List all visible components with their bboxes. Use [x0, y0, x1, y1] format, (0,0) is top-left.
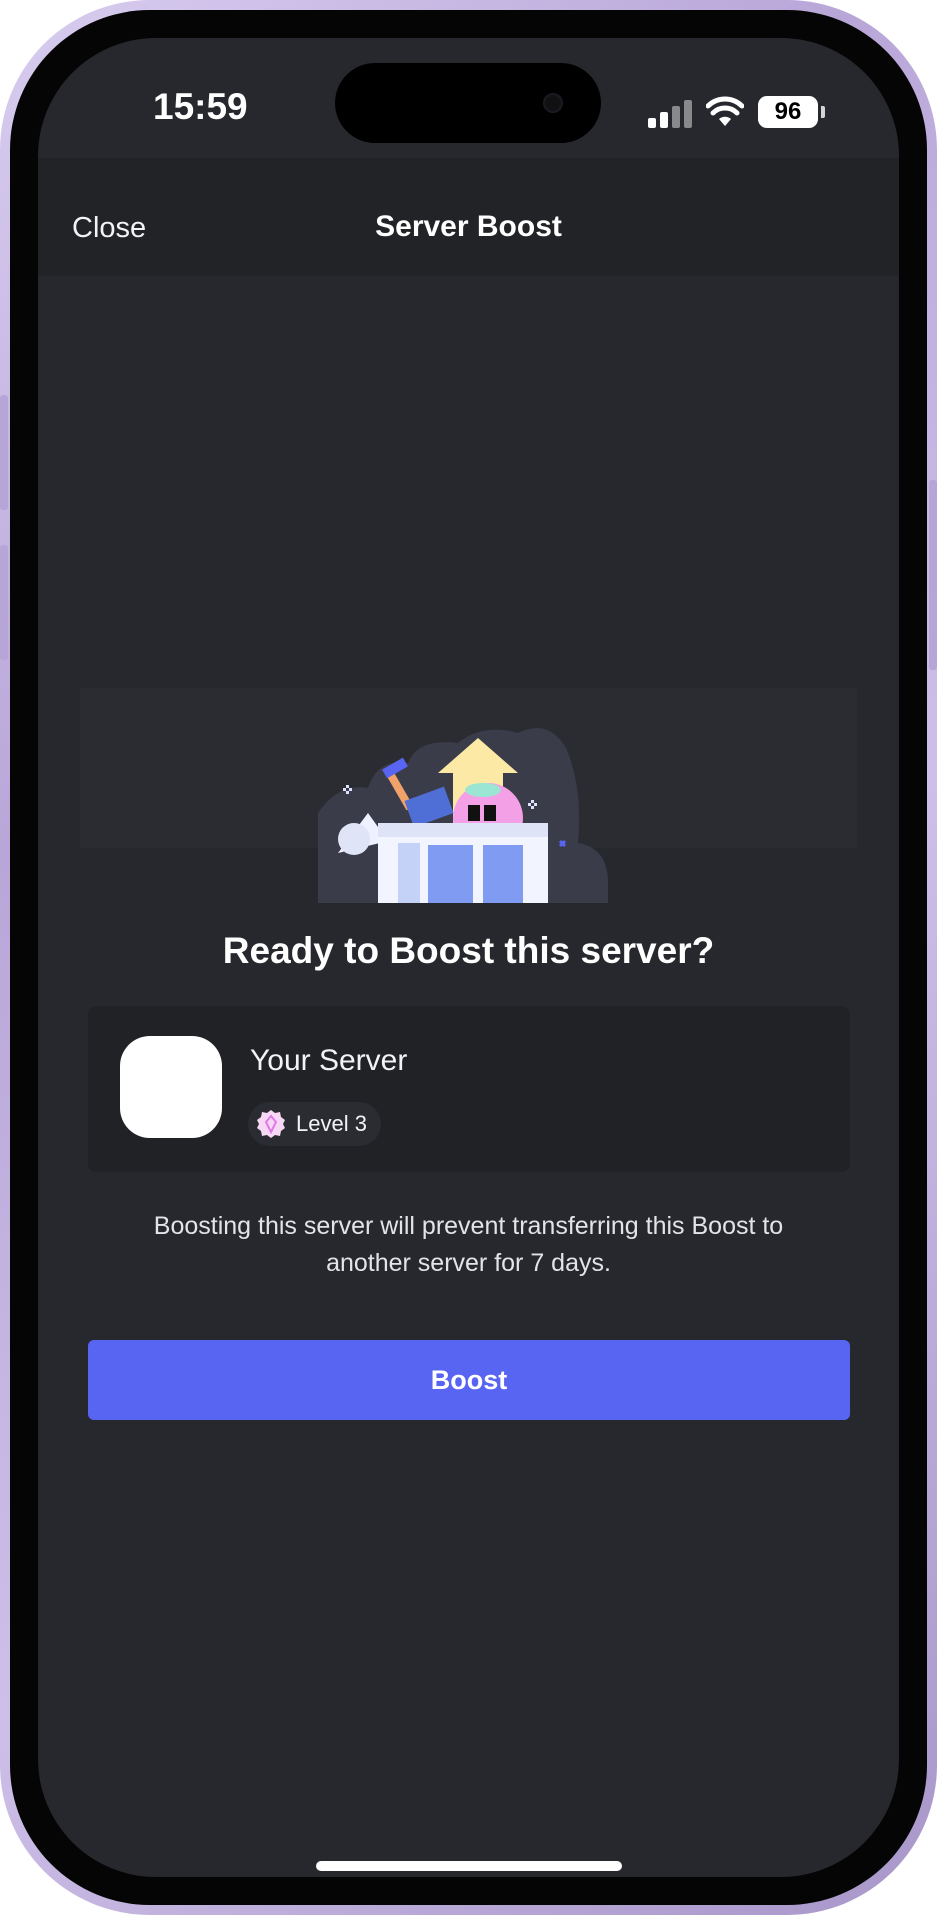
side-button	[929, 480, 937, 670]
dialog-heading: Ready to Boost this server?	[222, 930, 715, 971]
server-name: Your Server	[250, 1044, 408, 1077]
side-button	[0, 545, 8, 660]
boost-button[interactable]: Boost	[88, 1340, 850, 1420]
server-boost-illustration	[318, 728, 608, 903]
battery-cap	[821, 106, 825, 118]
wifi-icon	[706, 96, 744, 126]
status-bar: 15:59 96	[38, 38, 899, 158]
boost-transfer-note: Boosting this server will prevent transf…	[153, 1212, 784, 1277]
server-card: Your Server Level 3	[88, 1006, 850, 1172]
home-indicator[interactable]	[316, 1861, 622, 1871]
server-level-badge: Level 3	[248, 1102, 381, 1146]
battery-level: 96	[774, 98, 802, 125]
status-time: 15:59	[153, 86, 248, 127]
server-avatar	[120, 1036, 222, 1138]
page-title: Server Boost	[375, 210, 562, 243]
cellular-signal-icon	[648, 98, 694, 128]
boost-button-label: Boost	[430, 1364, 508, 1395]
boost-gem-icon	[257, 1110, 285, 1138]
side-button	[0, 395, 8, 510]
server-level-label: Level 3	[296, 1111, 367, 1136]
battery-icon: 96	[758, 96, 818, 128]
screen: 15:59 96 Close Server Boost Ready to Boo…	[38, 38, 899, 1877]
nav-bar: Close Server Boost	[38, 158, 899, 276]
camera-icon	[543, 93, 563, 113]
phone-frame: 15:59 96 Close Server Boost Ready to Boo…	[0, 0, 937, 1915]
